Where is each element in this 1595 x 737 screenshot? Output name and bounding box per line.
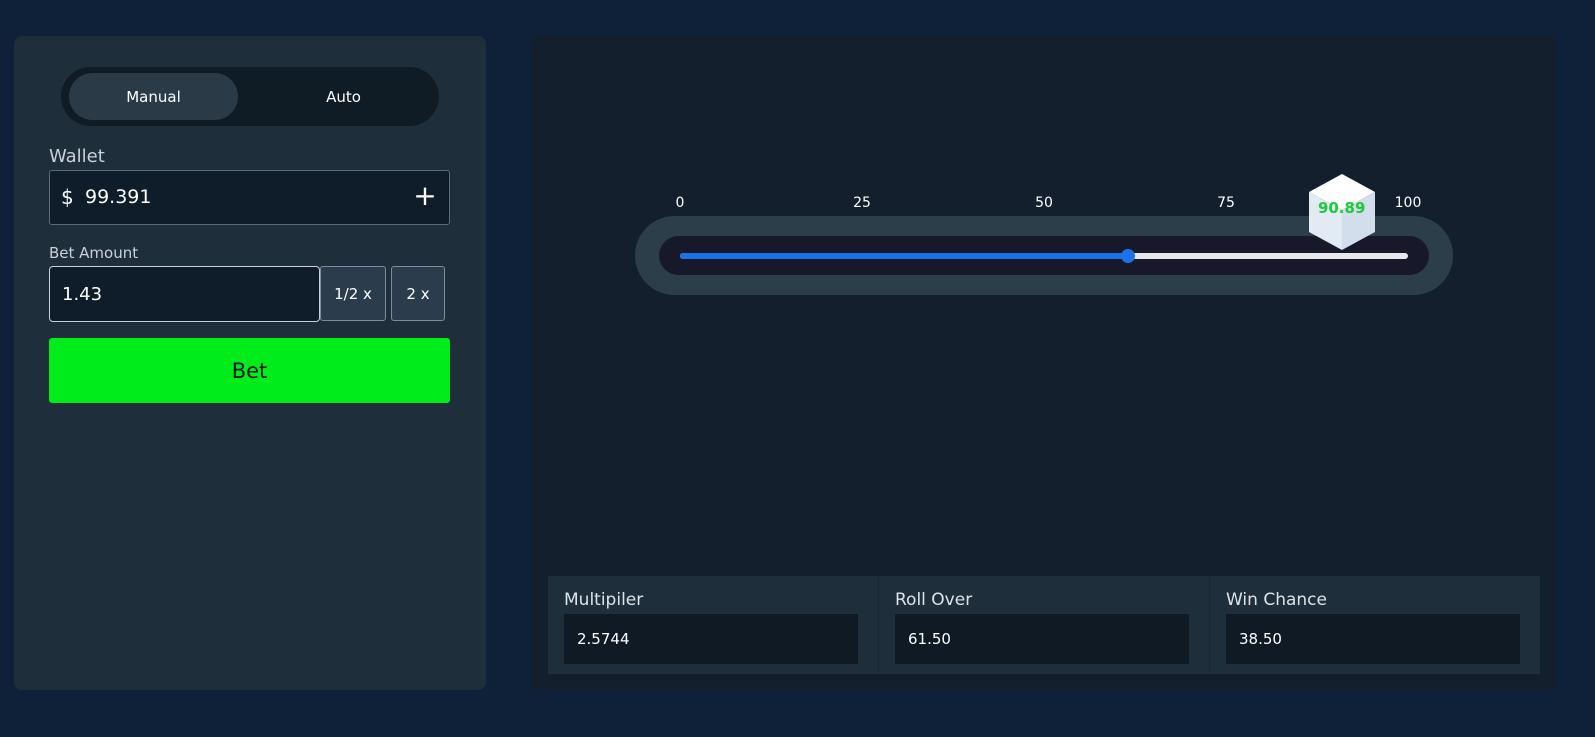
bet-amount-label: Bet Amount bbox=[49, 244, 139, 262]
win-chance-field[interactable]: 38.50 bbox=[1226, 614, 1520, 664]
win-chance-stat: Win Chance 38.50 bbox=[1210, 576, 1540, 674]
dice-game-panel: 0 25 50 75 100 90.89 Multipiler 2.5744 R… bbox=[532, 36, 1556, 690]
half-bet-button[interactable]: 1/2 x bbox=[320, 266, 386, 321]
bet-control-panel: Manual Auto Wallet $ 99.391 + Bet Amount… bbox=[14, 36, 486, 690]
multiplier-label: Multipiler bbox=[564, 590, 644, 610]
wallet-balance: 99.391 bbox=[85, 186, 152, 208]
slider-tick-label: 0 bbox=[675, 195, 685, 211]
wallet-currency: $ bbox=[61, 185, 74, 209]
slider-tick-label: 25 bbox=[853, 195, 871, 211]
dice-result-cube: 90.89 bbox=[1307, 172, 1377, 252]
bet-button[interactable]: Bet bbox=[49, 338, 450, 403]
stats-bar: Multipiler 2.5744 Roll Over 61.50 Win Ch… bbox=[548, 576, 1540, 674]
slider-tick-label: 50 bbox=[1035, 195, 1053, 211]
slider-thumb[interactable] bbox=[1120, 249, 1135, 263]
wallet-label: Wallet bbox=[49, 146, 105, 167]
dice-result-value: 90.89 bbox=[1317, 199, 1366, 217]
slider-fill bbox=[680, 253, 1128, 259]
slider-tick-label: 100 bbox=[1394, 195, 1422, 211]
wallet-display: $ 99.391 + bbox=[49, 170, 450, 225]
multiplier-stat: Multipiler 2.5744 bbox=[548, 576, 879, 674]
roll-over-label: Roll Over bbox=[895, 590, 973, 610]
mode-toggle: Manual Auto bbox=[61, 67, 439, 126]
tab-manual[interactable]: Manual bbox=[69, 73, 238, 120]
win-chance-label: Win Chance bbox=[1226, 590, 1327, 610]
roll-over-field[interactable]: 61.50 bbox=[895, 614, 1189, 664]
plus-icon[interactable]: + bbox=[413, 181, 437, 211]
slider-tick-label: 75 bbox=[1217, 195, 1235, 211]
roll-over-stat: Roll Over 61.50 bbox=[879, 576, 1210, 674]
bet-amount-input[interactable] bbox=[49, 266, 320, 322]
tab-auto[interactable]: Auto bbox=[259, 73, 428, 120]
double-bet-button[interactable]: 2 x bbox=[391, 266, 445, 321]
multiplier-field[interactable]: 2.5744 bbox=[564, 614, 858, 664]
